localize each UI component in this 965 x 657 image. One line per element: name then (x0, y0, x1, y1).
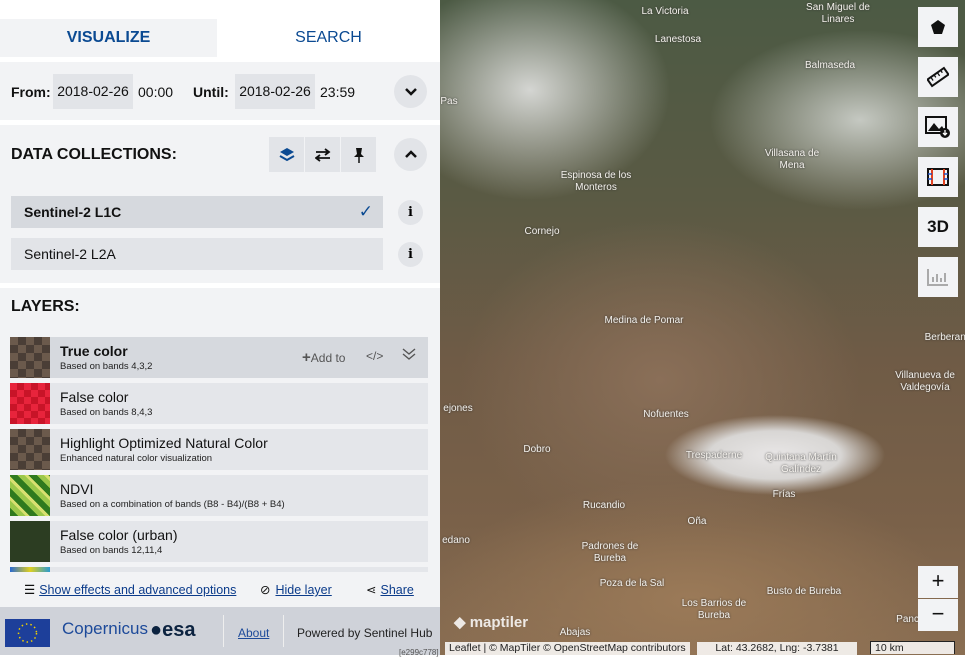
chevron-up-icon[interactable] (394, 138, 427, 171)
code-icon[interactable]: </> (366, 349, 383, 363)
layer-thumbnail (10, 337, 50, 378)
layer-thumbnail (10, 383, 50, 424)
chevron-down-icon[interactable] (394, 75, 427, 108)
map-place-label: Rucandio (582, 500, 626, 511)
from-date-input[interactable]: 2018-02-26 (53, 74, 133, 109)
zoom-in-button[interactable]: + (918, 566, 958, 598)
add-to-button[interactable]: +Add to (302, 349, 345, 366)
map-place-label: Oña (687, 516, 707, 527)
layer-thumbnail (10, 475, 50, 516)
zoom-out-button[interactable]: − (918, 599, 958, 631)
map-place-label: Nofuentes (643, 409, 689, 420)
collection-sentinel-2-l2a[interactable]: Sentinel-2 L2A (11, 238, 383, 270)
pin-icon[interactable] (341, 137, 376, 172)
until-date-input[interactable]: 2018-02-26 (235, 74, 315, 109)
ruler-icon[interactable] (918, 57, 958, 97)
maptiler-logo: ◆ maptiler (454, 614, 529, 631)
map-place-label: Villasana de Mena (764, 148, 820, 171)
pentagon-icon[interactable] (918, 7, 958, 47)
map-place-label: La Victoria (641, 6, 689, 17)
map-place-label: Villanueva de Valdegovía (895, 370, 955, 393)
3d-button[interactable]: 3D (918, 207, 958, 247)
check-icon: ✓ (358, 202, 373, 221)
version-text: [e299c778] (399, 648, 439, 657)
about-link[interactable]: About (238, 626, 269, 640)
map-place-label: Balmaseda (804, 60, 856, 71)
layer-partial (10, 567, 428, 572)
show-effects-link[interactable]: ☰ Show effects and advanced options (24, 582, 236, 597)
map-place-label: Quintana Martín Galíndez (765, 452, 837, 475)
map-place-label: Frías (772, 489, 796, 500)
map-place-label: Padrones de Bureba (581, 541, 639, 564)
tab-visualize[interactable]: VISUALIZE (0, 19, 217, 57)
esa-logo: ●esa (150, 619, 196, 641)
map-place-label: Los Barrios de Bureba (681, 598, 747, 621)
share-icon: ⋖ (366, 583, 377, 597)
layers-icon[interactable] (269, 137, 304, 172)
time-range: From: 2018-02-26 00:00 Until: 2018-02-26… (0, 62, 440, 120)
compare-icon[interactable] (305, 137, 340, 172)
copernicus-logo: Copernicus (62, 619, 148, 638)
info-icon[interactable]: i (398, 200, 423, 225)
until-label: Until: (193, 84, 229, 100)
film-icon[interactable] (918, 157, 958, 197)
map-place-label: Trespaderne (685, 450, 743, 461)
footer: Copernicus ●esa About Powered by Sentine… (0, 607, 440, 657)
info-icon[interactable]: i (398, 242, 423, 267)
hide-layer-link[interactable]: ⊘ Hide layer (260, 582, 332, 597)
from-label: From: (11, 84, 51, 100)
double-chevron-down-icon[interactable] (402, 347, 416, 364)
collection-sentinel-2-l1c[interactable]: Sentinel-2 L1C ✓ (11, 196, 383, 228)
layer-true-color[interactable]: True color Based on bands 4,3,2 +Add to … (10, 337, 428, 378)
eye-slash-icon: ⊘ (260, 583, 271, 597)
map-place-label: Medina de Pomar (604, 315, 684, 326)
map-place-label: Espinosa de los Monteros (560, 170, 632, 193)
image-download-icon[interactable] (918, 107, 958, 147)
layer-thumbnail (10, 429, 50, 470)
scale-bar: 10 km (870, 641, 955, 654)
map-place-label: Cornejo (524, 226, 560, 237)
map-place-label: Lanestosa (654, 34, 702, 45)
chart-icon[interactable] (918, 257, 958, 297)
share-link[interactable]: ⋖ Share (366, 582, 414, 597)
map-place-label: ejones (443, 403, 473, 414)
from-time-input[interactable]: 00:00 (138, 84, 173, 100)
layer-false-color[interactable]: False color Based on bands 8,4,3 (10, 383, 428, 424)
map-place-label: Busto de Bureba (766, 586, 842, 597)
eu-flag-logo (5, 619, 50, 647)
map-place-label: Poza de la Sal (599, 578, 665, 589)
map-place-label: Dobro (523, 444, 551, 455)
layer-thumbnail (10, 521, 50, 562)
map-place-label: Berberana (924, 332, 965, 343)
divider (0, 283, 440, 288)
map-place-label: Abajas (559, 627, 591, 638)
map-place-label: edano (442, 535, 470, 546)
tabs: VISUALIZE SEARCH (0, 0, 440, 62)
layers-title: LAYERS: (11, 298, 80, 315)
until-time-input[interactable]: 23:59 (320, 84, 355, 100)
layer-false-color-urban[interactable]: False color (urban) Based on bands 12,11… (10, 521, 428, 562)
map-place-label: San Miguel de Linares (806, 2, 870, 25)
sidebar-panel: VISUALIZE SEARCH From: 2018-02-26 00:00 … (0, 0, 440, 657)
layer-highlight-optimized[interactable]: Highlight Optimized Natural Color Enhanc… (10, 429, 428, 470)
divider (0, 120, 440, 125)
attribution: Leaflet | © MapTiler © OpenStreetMap con… (445, 642, 690, 655)
tab-search[interactable]: SEARCH (220, 19, 437, 57)
data-collections-title: DATA COLLECTIONS: (11, 146, 177, 163)
layer-ndvi[interactable]: NDVI Based on a combination of bands (B8… (10, 475, 428, 516)
map[interactable]: La Victoria San Miguel de Linares Lanestos… (440, 0, 965, 655)
map-place-label: Pas (440, 96, 458, 107)
sliders-icon: ☰ (24, 583, 36, 597)
powered-by-text: Powered by Sentinel Hub (297, 626, 433, 640)
coordinates-readout: Lat: 43.2682, Lng: -3.7381 (697, 642, 857, 655)
